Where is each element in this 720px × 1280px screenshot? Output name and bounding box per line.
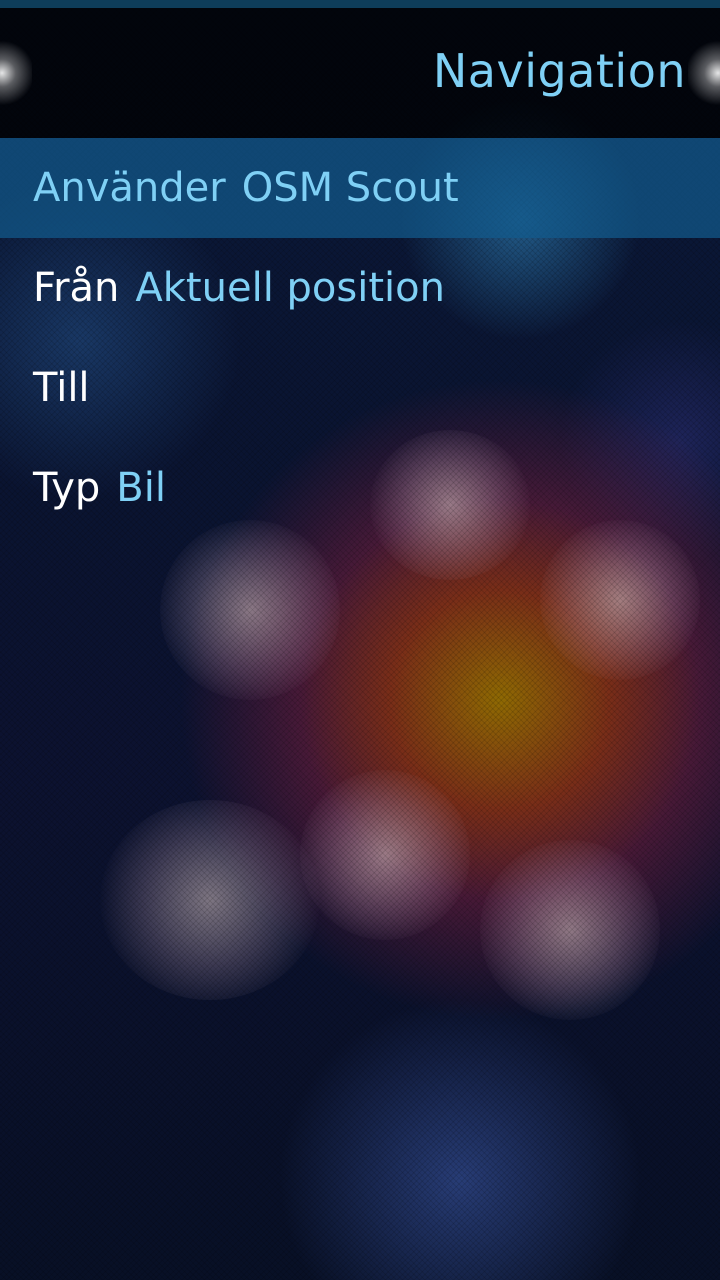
page-header: Navigation bbox=[0, 8, 720, 138]
list-item-value: Bil bbox=[116, 465, 166, 511]
list-item-label: Från bbox=[33, 265, 120, 311]
list-item-type[interactable]: Typ Bil bbox=[0, 438, 720, 538]
list-item-value: Aktuell position bbox=[135, 265, 445, 311]
page-title: Navigation bbox=[432, 44, 686, 98]
navigation-settings-list: Använder OSM Scout Från Aktuell position… bbox=[0, 138, 720, 538]
list-item-provider[interactable]: Använder OSM Scout bbox=[0, 138, 720, 238]
list-item-label: Typ bbox=[33, 465, 101, 511]
pulley-indicator-left bbox=[0, 38, 32, 108]
list-item-to[interactable]: Till bbox=[0, 338, 720, 438]
pulley-indicator-right bbox=[688, 38, 720, 108]
status-strip bbox=[0, 0, 720, 8]
list-item-label: Till bbox=[33, 365, 90, 411]
list-item-value: OSM Scout bbox=[241, 165, 459, 211]
list-item-label: Använder bbox=[33, 165, 226, 211]
list-item-from[interactable]: Från Aktuell position bbox=[0, 238, 720, 338]
